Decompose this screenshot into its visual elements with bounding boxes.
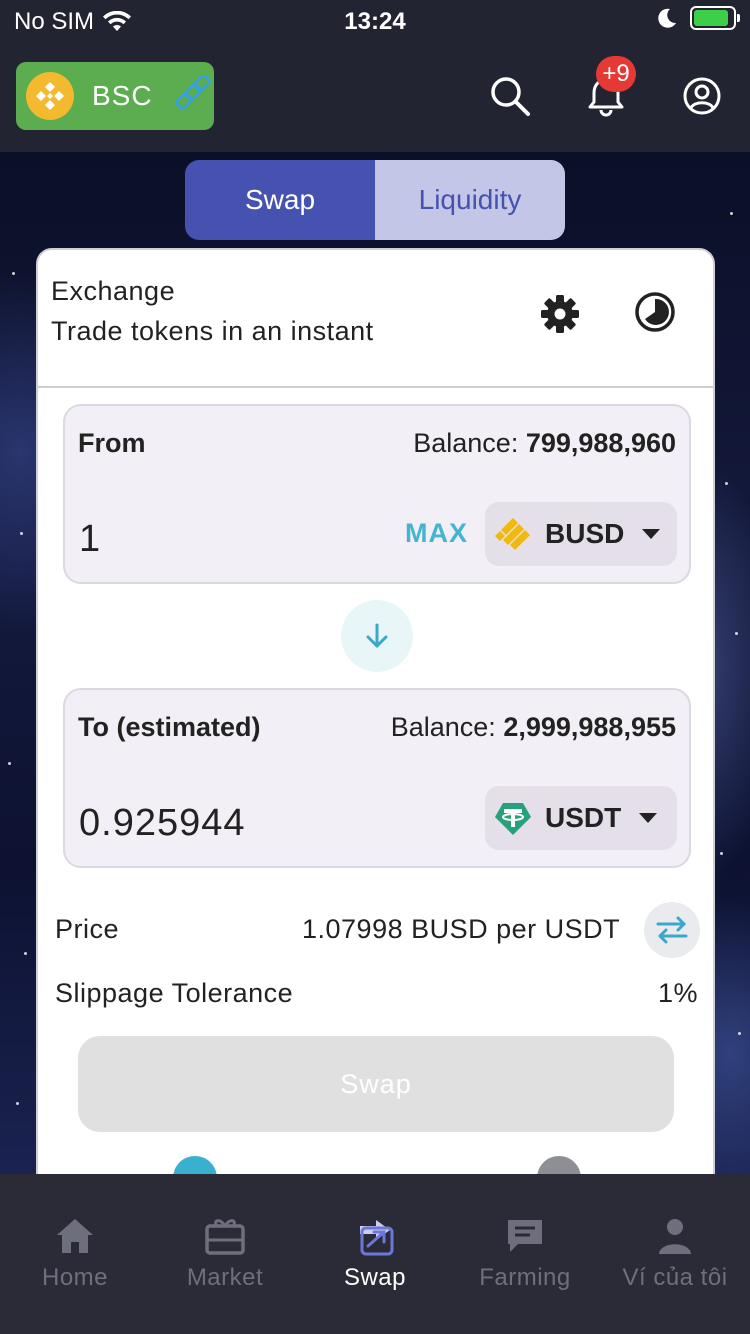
slippage-label: Slippage Tolerance	[55, 978, 294, 1008]
app-bar: BSC +9	[0, 44, 750, 152]
tab-farming-label: Farming	[479, 1264, 571, 1291]
wallet-user-icon	[659, 1219, 691, 1254]
price-label: Price	[55, 914, 120, 944]
usdt-logo	[495, 803, 531, 835]
tab-home-label: Home	[41, 1264, 109, 1291]
exchange-title: Exchange	[51, 276, 176, 306]
market-icon	[205, 1219, 245, 1255]
tab-swap[interactable]: Swap	[185, 160, 375, 240]
tab-swap-label: Swap	[343, 1264, 407, 1291]
chevron-down-icon	[639, 813, 658, 823]
farming-icon	[508, 1220, 542, 1252]
exchange-card: Exchange Trade tokens in an instant From	[36, 248, 715, 1188]
network-selector[interactable]: BSC	[16, 62, 214, 130]
chain-link-icon	[174, 76, 211, 110]
tab-home[interactable]: Home	[0, 1174, 150, 1334]
from-balance: Balance: 799,988,960	[413, 428, 676, 459]
card-header: Exchange Trade tokens in an instant	[38, 250, 713, 388]
price-value: 1.07998 BUSD per USDT	[302, 914, 621, 944]
gear-icon[interactable]	[538, 292, 582, 336]
to-balance-value: 2,999,988,955	[503, 712, 676, 742]
from-balance-label: Balance:	[413, 428, 519, 458]
moon-icon	[658, 8, 676, 28]
notifications-button[interactable]: +9	[584, 56, 636, 123]
tab-market[interactable]: Market	[150, 1174, 300, 1334]
slippage-value: 1%	[658, 978, 699, 1008]
swap-icon	[360, 1220, 394, 1256]
max-button[interactable]: MAX	[405, 518, 468, 549]
bottom-tab-bar: Home Market Swap Farming Ví của tôi	[0, 1174, 750, 1334]
chevron-down-icon	[642, 529, 661, 539]
tab-farming[interactable]: Farming	[450, 1174, 600, 1334]
search-icon	[491, 77, 530, 116]
to-token-select[interactable]: USDT	[485, 786, 677, 850]
to-token-name: USDT	[545, 802, 622, 833]
flip-direction-button[interactable]	[341, 600, 413, 672]
account-icon	[683, 77, 721, 115]
swap-arrows-icon	[656, 916, 688, 944]
invert-price-button[interactable]	[644, 902, 700, 958]
swap-liquidity-tabs: Swap Liquidity	[185, 160, 565, 240]
to-balance-label: Balance:	[390, 712, 496, 742]
from-token-name: BUSD	[545, 518, 625, 549]
from-balance-value: 799,988,960	[525, 428, 676, 458]
arrow-down-icon	[366, 623, 388, 648]
battery-level	[694, 10, 729, 26]
status-bar: No SIM 13:24	[0, 0, 750, 44]
battery-icon	[690, 6, 740, 30]
tab-wallet[interactable]: Ví của tôi	[600, 1174, 750, 1334]
tab-wallet-label: Ví của tôi	[622, 1264, 728, 1291]
home-icon	[57, 1219, 93, 1253]
status-time: 13:24	[344, 8, 406, 35]
swap-button[interactable]: Swap	[78, 1036, 674, 1132]
from-token-box: From Balance: 799,988,960 1 MAX BUSD	[63, 404, 691, 584]
busd-logo	[495, 518, 530, 550]
exchange-subtitle: Trade tokens in an instant	[51, 316, 374, 346]
bnb-logo	[26, 72, 74, 120]
to-label: To (estimated)	[78, 712, 261, 742]
notification-badge: +9	[596, 56, 636, 92]
tab-swap-nav[interactable]: Swap	[300, 1174, 450, 1334]
from-token-select[interactable]: BUSD	[485, 502, 677, 566]
status-right	[656, 6, 740, 30]
search-button[interactable]	[488, 74, 532, 123]
tab-market-label: Market	[186, 1264, 264, 1291]
from-amount-input[interactable]: 1	[79, 518, 101, 561]
history-icon[interactable]	[633, 290, 677, 334]
to-amount-input[interactable]: 0.925944	[79, 802, 246, 845]
from-label: From	[78, 428, 146, 458]
tab-liquidity[interactable]: Liquidity	[375, 160, 565, 240]
to-balance: Balance: 2,999,988,955	[391, 712, 676, 743]
to-token-box: To (estimated) Balance: 2,999,988,955 0.…	[63, 688, 691, 868]
account-button[interactable]	[680, 74, 724, 123]
network-label: BSC	[92, 80, 153, 111]
